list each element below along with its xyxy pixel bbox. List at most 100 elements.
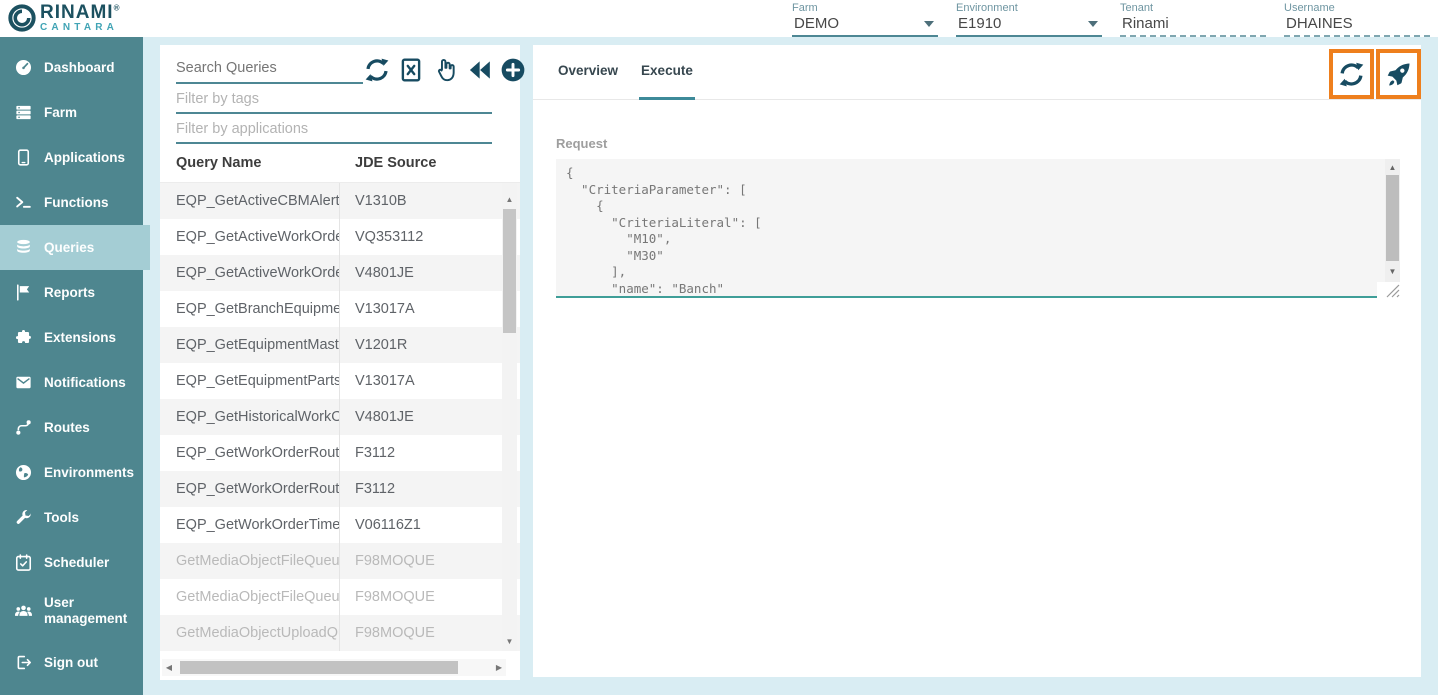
collapse-panel-button[interactable] bbox=[465, 56, 492, 83]
environment-select[interactable]: E1910 bbox=[956, 14, 1102, 37]
sidebar-item-queries[interactable]: Queries bbox=[0, 225, 150, 270]
refresh-button[interactable] bbox=[1329, 49, 1374, 99]
username-field: Username DHAINES bbox=[1284, 2, 1430, 37]
resize-handle[interactable] bbox=[1377, 282, 1401, 299]
tab-overview[interactable]: Overview bbox=[556, 45, 620, 100]
execute-actions bbox=[1329, 49, 1421, 99]
environments-icon bbox=[14, 463, 33, 482]
username-label: Username bbox=[1284, 2, 1430, 14]
scrollbar-thumb[interactable] bbox=[180, 661, 458, 674]
tenant-label: Tenant bbox=[1120, 2, 1266, 14]
farm-icon bbox=[14, 103, 33, 122]
routes-icon bbox=[14, 418, 33, 437]
queries-icon bbox=[14, 238, 33, 257]
table-row[interactable]: EQP_GetActiveCBMAlertsV1310B bbox=[160, 183, 520, 219]
scrollbar-thumb[interactable] bbox=[503, 209, 516, 333]
sidebar-item-routes[interactable]: Routes bbox=[0, 405, 143, 450]
query-table-header: Query Name JDE Source bbox=[160, 144, 520, 183]
hand-pointer-icon bbox=[432, 57, 458, 83]
table-row[interactable]: EQP_GetActiveWorkOrderRVQ353112 bbox=[160, 219, 520, 255]
username-value: DHAINES bbox=[1284, 14, 1430, 37]
rinami-swirl-icon bbox=[8, 4, 36, 32]
sign-out-icon bbox=[14, 653, 33, 672]
plus-circle-icon bbox=[500, 57, 526, 83]
request-label: Request bbox=[556, 136, 1421, 151]
environment-field: Environment E1910 bbox=[956, 2, 1102, 37]
request-vertical-scrollbar[interactable]: ▲ ▼ bbox=[1385, 159, 1400, 296]
scroll-up-icon[interactable]: ▲ bbox=[502, 193, 517, 207]
scroll-down-icon[interactable]: ▼ bbox=[1385, 265, 1400, 278]
resize-grip-icon bbox=[1377, 282, 1401, 299]
detail-tabs: Overview Execute bbox=[533, 45, 1421, 100]
filter-by-applications-input[interactable] bbox=[176, 115, 492, 144]
sidebar-item-applications[interactable]: Applications bbox=[0, 135, 143, 180]
reports-icon bbox=[14, 283, 33, 302]
request-editor[interactable]: { "CriteriaParameter": [ { "CriteriaLite… bbox=[556, 159, 1400, 298]
table-row[interactable]: EQP_GetHistoricalWorkOrcV4801JE bbox=[160, 399, 520, 435]
sidebar-item-extensions[interactable]: Extensions bbox=[0, 315, 143, 360]
query-table-body: EQP_GetActiveCBMAlertsV1310B EQP_GetActi… bbox=[160, 183, 520, 651]
sync-icon bbox=[364, 57, 390, 83]
sidebar-item-environments[interactable]: Environments bbox=[0, 450, 143, 495]
scrollbar-thumb[interactable] bbox=[1386, 175, 1399, 261]
functions-icon bbox=[14, 193, 33, 212]
top-bar: RINAMI® CANTARA Farm DEMO Environment E1… bbox=[0, 0, 1438, 37]
scheduler-icon bbox=[14, 553, 33, 572]
scroll-up-icon[interactable]: ▲ bbox=[1385, 161, 1400, 174]
filter-by-tags-input[interactable] bbox=[176, 85, 492, 114]
table-row[interactable]: EQP_GetEquipmentPartsV13017A bbox=[160, 363, 520, 399]
tenant-value: Rinami bbox=[1120, 14, 1266, 37]
logo-line2: CANTARA bbox=[40, 23, 120, 33]
fast-backward-icon bbox=[466, 57, 492, 83]
session-fields: Farm DEMO Environment E1910 Tenant Rinam… bbox=[792, 2, 1430, 37]
scroll-left-icon[interactable]: ◀ bbox=[162, 659, 176, 676]
search-queries-input[interactable] bbox=[176, 55, 363, 84]
vertical-scrollbar[interactable]: ▲ ▼ bbox=[502, 183, 517, 651]
sidebar-item-reports[interactable]: Reports bbox=[0, 270, 143, 315]
refresh-queries-button[interactable] bbox=[363, 56, 390, 83]
farm-field: Farm DEMO bbox=[792, 2, 938, 37]
user-management-icon bbox=[14, 602, 33, 621]
sync-icon bbox=[1338, 61, 1365, 88]
table-row[interactable]: EQP_GetWorkOrderRoutingF3112 bbox=[160, 471, 520, 507]
tenant-field: Tenant Rinami bbox=[1120, 2, 1266, 37]
environment-label: Environment bbox=[956, 2, 1102, 14]
table-row[interactable]: GetMediaObjectUploadQueF98MOQUE bbox=[160, 615, 520, 651]
export-excel-button[interactable] bbox=[397, 56, 424, 83]
select-query-button[interactable] bbox=[431, 56, 458, 83]
farm-select[interactable]: DEMO bbox=[792, 14, 938, 37]
logo-line1: RINAMI® bbox=[40, 3, 120, 22]
extensions-icon bbox=[14, 328, 33, 347]
sidebar-item-scheduler[interactable]: Scheduler bbox=[0, 540, 143, 585]
sidebar-item-user-management[interactable]: User management bbox=[0, 585, 143, 637]
query-detail-panel: Overview Execute bbox=[533, 45, 1421, 677]
chevron-down-icon bbox=[1088, 21, 1098, 27]
execute-query-button[interactable] bbox=[1376, 49, 1421, 99]
sidebar-nav: Dashboard Farm Applications Functions bbox=[0, 37, 143, 695]
sidebar-item-sign-out[interactable]: Sign out bbox=[0, 640, 143, 685]
horizontal-scrollbar[interactable]: ◀ ▶ bbox=[162, 659, 506, 676]
request-json-text: { "CriteriaParameter": [ { "CriteriaLite… bbox=[566, 165, 1380, 294]
table-row[interactable]: EQP_GetActiveWorkOrdersV4801JE bbox=[160, 255, 520, 291]
app-logo: RINAMI® CANTARA bbox=[8, 3, 120, 33]
sidebar-item-farm[interactable]: Farm bbox=[0, 90, 143, 135]
add-query-button[interactable] bbox=[499, 56, 526, 83]
sidebar-item-tools[interactable]: Tools bbox=[0, 495, 143, 540]
farm-label: Farm bbox=[792, 2, 938, 14]
table-row[interactable]: EQP_GetWorkOrderTimeEnV06116Z1 bbox=[160, 507, 520, 543]
scroll-right-icon[interactable]: ▶ bbox=[492, 659, 506, 676]
tab-execute[interactable]: Execute bbox=[639, 45, 695, 100]
applications-icon bbox=[14, 148, 33, 167]
sidebar-item-functions[interactable]: Functions bbox=[0, 180, 143, 225]
dashboard-icon bbox=[14, 58, 33, 77]
queries-panel: Query Name JDE Source EQP_GetActiveCBMAl… bbox=[160, 45, 520, 680]
table-row[interactable]: EQP_GetEquipmentMasterV1201R bbox=[160, 327, 520, 363]
table-row[interactable]: GetMediaObjectFileQueueF98MOQUE bbox=[160, 543, 520, 579]
chevron-down-icon bbox=[924, 21, 934, 27]
sidebar-item-dashboard[interactable]: Dashboard bbox=[0, 45, 143, 90]
table-row[interactable]: GetMediaObjectFileQueuesF98MOQUE bbox=[160, 579, 520, 615]
table-row[interactable]: EQP_GetWorkOrderRoutingF3112 bbox=[160, 435, 520, 471]
scroll-down-icon[interactable]: ▼ bbox=[502, 635, 517, 649]
table-row[interactable]: EQP_GetBranchEquipmentV13017A bbox=[160, 291, 520, 327]
sidebar-item-notifications[interactable]: Notifications bbox=[0, 360, 143, 405]
